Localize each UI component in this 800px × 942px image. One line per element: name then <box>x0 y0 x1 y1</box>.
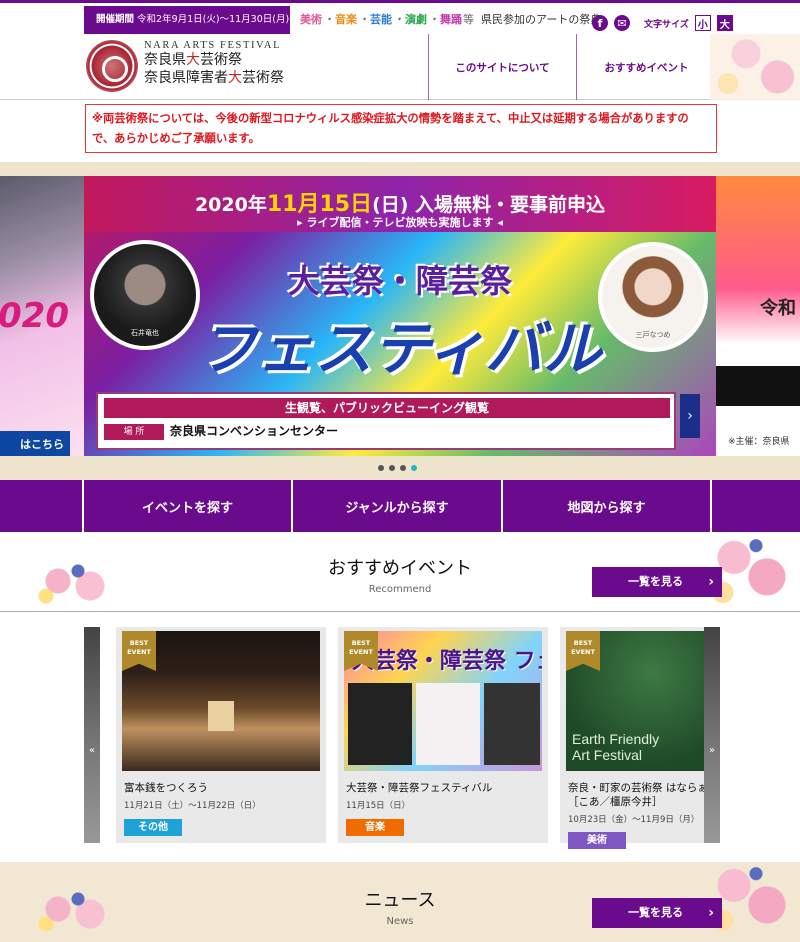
event-dates: 11月21日（土）〜11月22日（日） <box>124 801 261 811</box>
double-right-arrow-icon: » <box>708 745 716 756</box>
logo-english: NARA ARTS FESTIVAL <box>144 40 282 51</box>
event-genre-tag[interactable]: 音楽 <box>346 819 404 836</box>
nav-recommended[interactable]: おすすめイベント <box>576 34 716 100</box>
event-genre-tag[interactable]: その他 <box>124 819 182 836</box>
slide-next-preview[interactable]: 令和 ※主催：奈良県 <box>716 176 800 456</box>
venue-heading: 生観覧、パブリックビューイング観覧 <box>104 398 670 418</box>
nav-search-genre[interactable]: ジャンルから探す <box>293 480 503 532</box>
event-card[interactable]: 大芸祭・障芸祭 フェスティバル BEST EVENT 大芸祭・障芸祭フェスティバ… <box>338 627 548 843</box>
slide-left-button[interactable]: はこちら <box>0 431 70 456</box>
thumbnail-photo <box>484 683 540 765</box>
site-logo[interactable]: NARA ARTS FESTIVAL 奈良県大芸術祭 奈良県障害者大芸術祭 <box>144 40 284 87</box>
facebook-icon[interactable]: f <box>592 15 608 31</box>
live-notice: ▸ ライブ配信・テレビ放映も実施します ◂ <box>297 216 503 229</box>
main-nav-tail <box>712 480 800 532</box>
festival-period: 開催期間 令和2年9月1日(火)〜11月30日(月) <box>84 6 290 34</box>
event-carousel: « BEST EVENT 富本銭をつくろう 11月21日（土）〜11月22日（日… <box>0 613 800 862</box>
thumbnail-photo <box>416 683 480 765</box>
flower-decoration <box>710 34 800 100</box>
genre-art: 美術 <box>300 13 322 26</box>
genres-suffix: 等 <box>463 13 474 26</box>
period-dates: 令和2年9月1日(火)〜11月30日(月) <box>137 14 290 25</box>
slide-next-button[interactable]: › <box>680 394 700 438</box>
site-header: NARA ARTS FESTIVAL 奈良県大芸術祭 奈良県障害者大芸術祭 この… <box>0 34 800 100</box>
main-nav-blank <box>0 480 84 532</box>
slide-year: 020 <box>0 296 69 336</box>
thumbnail-photo <box>348 683 412 765</box>
slide-right-band <box>716 366 800 406</box>
top-bar: 開催期間 令和2年9月1日(火)〜11月30日(月) 美術・音楽・芸能・演劇・舞… <box>0 0 800 34</box>
slide-right-text: 令和 <box>760 298 796 319</box>
event-card[interactable]: BEST EVENT 富本銭をつくろう 11月21日（土）〜11月22日（日） … <box>116 627 326 843</box>
header-nav: このサイトについて おすすめイベント <box>428 34 716 100</box>
carousel-prev-button[interactable]: « <box>84 627 100 843</box>
carousel-dot[interactable] <box>389 465 395 471</box>
slide-current[interactable]: 2020年11月15日(日) 入場無料・要事前申込 ▸ ライブ配信・テレビ放映も… <box>84 176 716 456</box>
chevron-right-icon: › <box>708 905 714 921</box>
period-label: 開催期間 <box>96 14 135 25</box>
mail-icon[interactable]: ✉ <box>614 15 630 31</box>
recommend-section-header: おすすめイベント Recommend 一覧を見る › <box>0 534 800 612</box>
nav-search-map[interactable]: 地図から探す <box>503 480 713 532</box>
thumbnail-title: 大芸祭・障芸祭 フェスティバル <box>352 649 542 674</box>
double-left-arrow-icon: « <box>88 745 96 756</box>
fontsize-label: 文字サイズ <box>644 19 689 30</box>
event-dates: 10月23日（金）〜11月9日（月） <box>568 815 700 825</box>
logo-title-2: 奈良県障害者大芸術祭 <box>144 70 284 86</box>
festival-title-big: フェスティバル <box>198 315 602 383</box>
nav-search-events[interactable]: イベントを探す <box>84 480 294 532</box>
carousel-dot[interactable] <box>400 465 406 471</box>
logo-emblem[interactable] <box>86 40 138 92</box>
main-nav: イベントを探す ジャンルから探す 地図から探す <box>0 480 800 532</box>
nav-about[interactable]: このサイトについて <box>428 34 576 100</box>
event-card[interactable]: Earth Friendly Art Festival BEST EVENT 奈良… <box>560 627 718 849</box>
carousel-dots <box>378 465 417 471</box>
top-icons: f ✉ 文字サイズ 小 大 <box>592 13 733 33</box>
venue-tag: 場 所 <box>104 424 164 440</box>
chevron-right-icon: › <box>708 574 714 590</box>
slide-right-note: ※主催：奈良県 <box>728 437 790 447</box>
genre-performing: 芸能 <box>370 13 392 26</box>
news-more-button[interactable]: 一覧を見る › <box>592 898 722 928</box>
carousel-next-button[interactable]: » <box>704 627 720 843</box>
event-genre-tag[interactable]: 美術 <box>568 832 626 849</box>
logo-title-1: 奈良県大芸術祭 <box>144 52 242 68</box>
covid-notice: ※両芸術祭については、今後の新型コロナウィルス感染症拡大の情勢を踏まえて、中止又… <box>85 104 717 153</box>
recommend-more-button[interactable]: 一覧を見る › <box>592 567 722 597</box>
venue-box: 生観覧、パブリックビューイング観覧 場 所 奈良県コンベンションセンター <box>96 392 676 450</box>
fontsize-small-button[interactable]: 小 <box>694 15 711 31</box>
genre-dance: 舞踊 <box>440 13 462 26</box>
carousel-dot[interactable] <box>378 465 384 471</box>
festival-title-small: 大芸祭・障芸祭 <box>287 262 512 300</box>
genre-list: 美術・音楽・芸能・演劇・舞踊等 県民参加のアートの祭典 <box>300 13 602 26</box>
hero-carousel: 020 はこちら 2020年11月15日(日) 入場無料・要事前申込 ▸ ライブ… <box>0 162 800 480</box>
event-name: 大芸祭・障芸祭フェスティバル <box>346 782 493 794</box>
slide-previous[interactable]: 020 はこちら <box>0 176 84 456</box>
event-name: 奈良・町家の芸術祭 はならぁと ［こあ／橿原今井］ <box>568 782 719 808</box>
tagline: 県民参加のアートの祭典 <box>481 13 602 26</box>
news-section-header: ニュース News 一覧を見る › <box>0 862 800 942</box>
thumbnail-text: Earth Friendly Art Festival <box>572 731 660 763</box>
venue-name: 奈良県コンベンションセンター <box>170 424 339 438</box>
event-dates: 11月15日（日） <box>346 801 411 811</box>
carousel-dot-active[interactable] <box>411 465 417 471</box>
genre-theater: 演劇 <box>405 13 427 26</box>
genre-music: 音楽 <box>335 13 357 26</box>
event-name: 富本銭をつくろう <box>124 782 208 794</box>
fontsize-large-button[interactable]: 大 <box>716 15 733 31</box>
